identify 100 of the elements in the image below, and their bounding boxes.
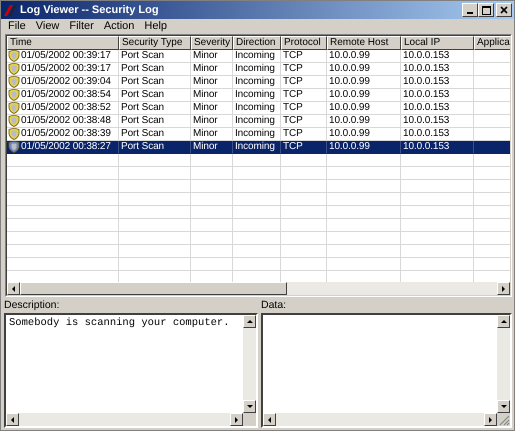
table-cell: Incoming	[233, 50, 281, 63]
table-cell: Incoming	[233, 63, 281, 76]
scroll-left-button[interactable]	[263, 413, 276, 426]
close-icon	[500, 6, 508, 14]
shield-icon	[8, 115, 20, 127]
table-cell: Minor	[191, 50, 233, 63]
table-cell: 10.0.0.153	[401, 115, 474, 128]
menu-item[interactable]: Help	[139, 20, 172, 32]
shield-icon	[8, 50, 20, 62]
table-cell: 10.0.0.99	[327, 102, 401, 115]
table-cell: Minor	[191, 102, 233, 115]
table-cell: Incoming	[233, 76, 281, 89]
menu-item[interactable]: Filter	[64, 20, 99, 32]
shield-icon	[8, 63, 20, 75]
table-cell: 10.0.0.153	[401, 102, 474, 115]
table-cell: TCP	[281, 115, 327, 128]
log-row[interactable]: 01/05/2002 00:38:54 Port Scan Minor Incoming TCP 10.0.0.99 10.0.0.153	[7, 89, 510, 102]
table-cell: Port Scan	[119, 76, 191, 89]
shield-icon	[8, 128, 20, 140]
table-cell: 10.0.0.153	[401, 76, 474, 89]
table-cell: Minor	[191, 89, 233, 102]
column-header[interactable]: Applica	[474, 36, 510, 50]
log-row[interactable]: 01/05/2002 00:38:52 Port Scan Minor Incoming TCP 10.0.0.99 10.0.0.153	[7, 102, 510, 115]
table-cell: Port Scan	[119, 63, 191, 76]
maximize-icon	[482, 6, 490, 14]
table-cell: TCP	[281, 89, 327, 102]
table-cell: Minor	[191, 76, 233, 89]
table-cell: 01/05/2002 00:38:27	[21, 141, 111, 153]
table-cell: 01/05/2002 00:38:52	[21, 102, 111, 114]
app-icon	[3, 3, 17, 17]
table-cell: TCP	[281, 50, 327, 63]
shield-icon	[8, 141, 20, 153]
close-button[interactable]	[496, 3, 512, 17]
log-row[interactable]: 01/05/2002 00:38:27 Port Scan Minor Incoming TCP 10.0.0.99 10.0.0.153	[7, 141, 510, 154]
table-cell: Port Scan	[119, 115, 191, 128]
scroll-left-button[interactable]	[6, 413, 19, 426]
table-cell: 10.0.0.99	[327, 89, 401, 102]
scroll-right-button[interactable]	[230, 413, 243, 426]
table-cell: 10.0.0.99	[327, 63, 401, 76]
vertical-scrollbar[interactable]	[243, 315, 256, 413]
table-cell: Minor	[191, 63, 233, 76]
scroll-thumb[interactable]	[20, 282, 287, 295]
shield-icon	[8, 89, 20, 101]
table-cell: 01/05/2002 00:38:54	[21, 89, 111, 101]
table-cell: 01/05/2002 00:38:39	[21, 128, 111, 140]
minimize-button[interactable]	[462, 3, 478, 17]
log-row[interactable]: 01/05/2002 00:39:04 Port Scan Minor Incoming TCP 10.0.0.99 10.0.0.153	[7, 76, 510, 89]
data-label: Data:	[261, 298, 288, 313]
data-panel[interactable]	[261, 313, 512, 428]
horizontal-scrollbar[interactable]	[7, 282, 510, 295]
table-cell: Minor	[191, 115, 233, 128]
horizontal-scrollbar[interactable]	[6, 413, 243, 426]
scroll-down-button[interactable]	[243, 400, 256, 413]
column-header[interactable]: Time	[7, 36, 119, 50]
scroll-left-button[interactable]	[7, 282, 20, 295]
window-title: Log Viewer -- Security Log	[20, 4, 160, 16]
table-cell: 10.0.0.153	[401, 89, 474, 102]
column-header[interactable]: Direction	[233, 36, 281, 50]
menu-item[interactable]: File	[3, 20, 31, 32]
table-cell: 10.0.0.99	[327, 76, 401, 89]
menu-item[interactable]: Action	[98, 20, 140, 32]
scroll-right-button[interactable]	[484, 413, 497, 426]
column-header[interactable]: Local IP	[401, 36, 474, 50]
table-cell: Port Scan	[119, 102, 191, 115]
scroll-up-button[interactable]	[497, 315, 510, 328]
maximize-button[interactable]	[478, 3, 494, 17]
table-cell: 10.0.0.153	[401, 63, 474, 76]
log-row[interactable]: 01/05/2002 00:39:17 Port Scan Minor Incoming TCP 10.0.0.99 10.0.0.153	[7, 50, 510, 63]
table-cell: Port Scan	[119, 89, 191, 102]
table-cell: Incoming	[233, 102, 281, 115]
log-row[interactable]: 01/05/2002 00:39:17 Port Scan Minor Incoming TCP 10.0.0.99 10.0.0.153	[7, 63, 510, 76]
table-cell: TCP	[281, 102, 327, 115]
table-cell: TCP	[281, 63, 327, 76]
table-cell: 10.0.0.153	[401, 50, 474, 63]
table-cell: 01/05/2002 00:39:04	[21, 76, 111, 88]
table-cell: Incoming	[233, 89, 281, 102]
table-cell: 10.0.0.99	[327, 50, 401, 63]
table-cell: 01/05/2002 00:38:48	[21, 115, 111, 127]
shield-icon	[8, 102, 20, 114]
column-header[interactable]: Protocol	[281, 36, 327, 50]
column-header[interactable]: Remote Host	[327, 36, 401, 50]
table-cell: 01/05/2002 00:39:17	[21, 50, 111, 62]
resize-grip-icon[interactable]	[497, 413, 510, 426]
shield-icon	[8, 76, 20, 88]
scrollbar-corner	[243, 413, 256, 426]
menu-item[interactable]: View	[30, 20, 64, 32]
scroll-right-button[interactable]	[497, 282, 510, 295]
scroll-up-button[interactable]	[243, 315, 256, 328]
table-cell: TCP	[281, 76, 327, 89]
table-cell: Port Scan	[119, 50, 191, 63]
column-header[interactable]: Security Type	[119, 36, 191, 50]
log-row[interactable]: 01/05/2002 00:38:48 Port Scan Minor Incoming TCP 10.0.0.99 10.0.0.153	[7, 115, 510, 128]
horizontal-scrollbar[interactable]	[263, 413, 497, 426]
table-cell: 01/05/2002 00:39:17	[21, 63, 111, 75]
column-header[interactable]: Severity	[191, 36, 233, 50]
table-cell: Incoming	[233, 115, 281, 128]
scroll-down-button[interactable]	[497, 400, 510, 413]
description-label: Description:	[4, 298, 60, 313]
vertical-scrollbar[interactable]	[497, 315, 510, 413]
table-cell: 10.0.0.99	[327, 115, 401, 128]
